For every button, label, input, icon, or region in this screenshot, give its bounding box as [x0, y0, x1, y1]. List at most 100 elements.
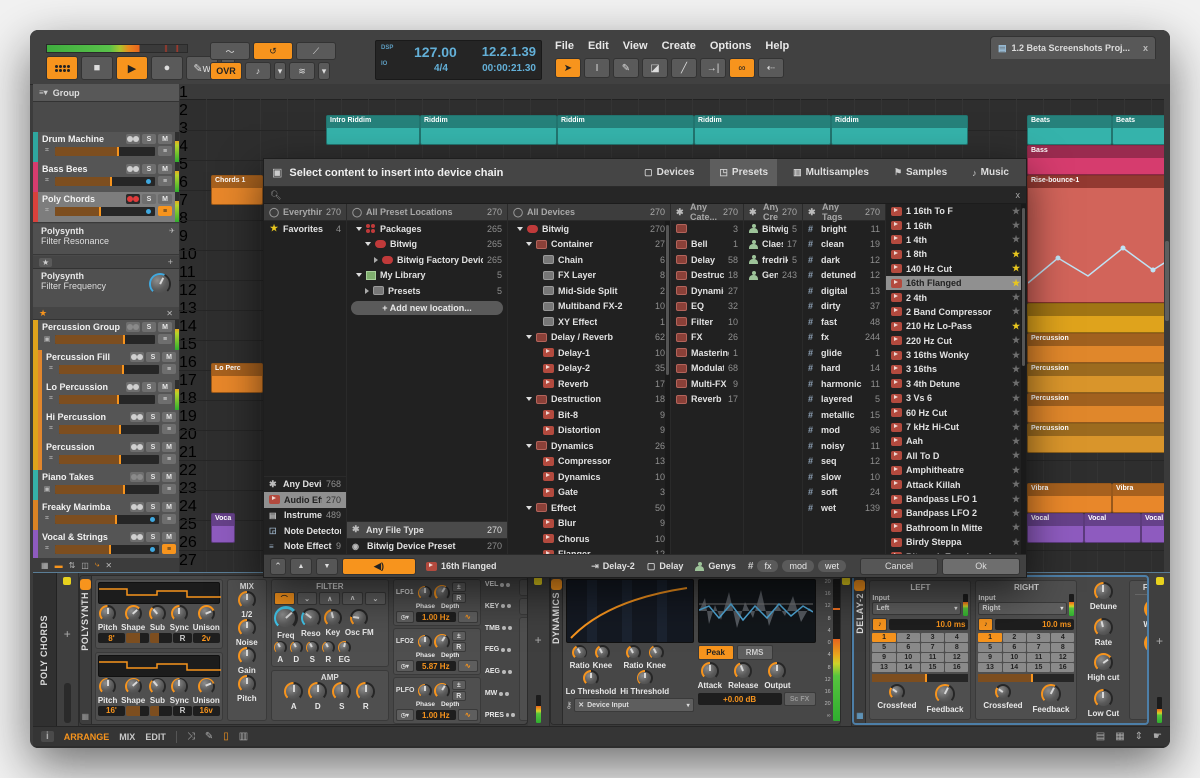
- track-header-hi-percussion[interactable]: Hi PercussionSM⌗≡: [33, 410, 179, 441]
- chain-indicator[interactable]: [63, 577, 71, 585]
- clip-percussion[interactable]: Percussion: [1027, 363, 1170, 393]
- lane-add-icon[interactable]: +: [168, 257, 173, 267]
- preset-star-icon[interactable]: ★: [1011, 378, 1021, 389]
- arranger-scrollbar[interactable]: [1164, 99, 1170, 572]
- osc2-pitch-knob[interactable]: Pitch: [98, 678, 118, 705]
- step-13[interactable]: 13: [872, 663, 895, 672]
- tag-fast[interactable]: #fast48: [803, 314, 885, 330]
- group-menu-icon[interactable]: ≡▾: [39, 88, 48, 97]
- mod-source-tmb[interactable]: TMB: [485, 625, 515, 632]
- preset-result-210-hz-lo-pass[interactable]: 210 Hz Lo-Pass★: [886, 319, 1026, 333]
- preset-star-icon[interactable]: ★: [1011, 321, 1021, 332]
- tag-noisy[interactable]: #noisy11: [803, 438, 885, 454]
- add-device-button[interactable]: +: [64, 627, 71, 641]
- category-destructi-[interactable]: Destructi...18: [671, 268, 743, 284]
- lane-star-icon-active[interactable]: ★: [39, 308, 47, 319]
- lfo-rate-display[interactable]: 1.00 Hz: [416, 612, 456, 622]
- filter-type-button-0[interactable]: ⌒: [274, 592, 295, 605]
- release-knob[interactable]: Release: [728, 662, 758, 690]
- track-mute-button[interactable]: M: [158, 134, 172, 144]
- rms-button[interactable]: RMS: [737, 645, 773, 660]
- clip-percussion[interactable]: Percussion: [1027, 333, 1170, 363]
- gain-waveform-display[interactable]: [698, 579, 816, 643]
- preset-result-3-16ths-wonky[interactable]: 3 16ths Wonky★: [886, 348, 1026, 362]
- preset-star-icon[interactable]: ★: [1011, 551, 1021, 554]
- track-header-lo-percussion[interactable]: Lo PercussionSM⌗≡: [33, 380, 179, 411]
- osc-voices-display[interactable]: 2v: [193, 633, 220, 643]
- preset-star-icon[interactable]: ★: [1011, 278, 1021, 289]
- track-mute-button[interactable]: M: [162, 442, 176, 452]
- device-chain[interactable]: Chain6: [508, 252, 670, 268]
- disclosure-open-icon[interactable]: [356, 227, 362, 231]
- step-15[interactable]: 15: [921, 663, 944, 672]
- osc1-sub-knob[interactable]: Sub: [149, 605, 166, 632]
- step-14[interactable]: 14: [897, 663, 920, 672]
- clip-percussion[interactable]: Percussion: [1027, 393, 1170, 423]
- menu-file[interactable]: File: [555, 40, 574, 52]
- step-16[interactable]: 16: [945, 663, 968, 672]
- tag-wet[interactable]: #wet139: [803, 500, 885, 516]
- preset-star-icon[interactable]: ★: [1011, 335, 1021, 346]
- polysynth-device-tab[interactable]: POLYSYNTH▦: [80, 576, 92, 724]
- lfo-rate-display[interactable]: 5.87 Hz: [416, 661, 456, 671]
- step-4[interactable]: 4: [1051, 633, 1074, 642]
- file-type-bitwig-device-preset[interactable]: ◉Bitwig Device Preset270: [347, 539, 507, 555]
- clip-rise-bounce-1[interactable]: Rise-bounce-1: [1027, 175, 1170, 303]
- delay-right-crossfeed-knob[interactable]: Crossfeed: [983, 684, 1022, 714]
- device-delay-1[interactable]: Delay-110: [508, 345, 670, 361]
- grid-view-icon[interactable]: ▦: [41, 561, 49, 570]
- layered-editing-button[interactable]: ≋: [289, 62, 315, 80]
- compression-curve-display[interactable]: [566, 579, 694, 643]
- column-header-any-tags[interactable]: ✱Any Tags270: [803, 204, 885, 221]
- mod-source-feg[interactable]: FEG: [485, 646, 515, 653]
- disclosure-open-icon[interactable]: [526, 506, 532, 510]
- high-cut-knob[interactable]: High cut: [1087, 653, 1119, 682]
- post-roll-button[interactable]: ⟋: [296, 42, 336, 60]
- track-menu-button[interactable]: ≡: [162, 454, 176, 464]
- step-2[interactable]: 2: [1003, 633, 1026, 642]
- tag-dark[interactable]: #dark12: [803, 252, 885, 268]
- disclosure-open-icon[interactable]: [517, 227, 523, 231]
- preset-tag-chip-mod[interactable]: mod: [782, 560, 814, 572]
- track-arm-button[interactable]: [126, 322, 140, 332]
- track-arm-button[interactable]: [126, 194, 140, 204]
- project-tab[interactable]: ▤ 1.2 Beta Screenshots Proj... x: [990, 36, 1156, 59]
- device-type-audio-effect[interactable]: Audio Effect270: [264, 492, 346, 508]
- tag-harmonic[interactable]: #harmonic11: [803, 376, 885, 392]
- disclosure-open-icon[interactable]: [526, 397, 532, 401]
- tag-soft[interactable]: #soft24: [803, 485, 885, 501]
- disclosure-closed-icon[interactable]: [374, 257, 378, 263]
- track-menu-button[interactable]: ≡: [158, 176, 172, 186]
- panel-toggle-icon[interactable]: ▯: [223, 731, 229, 742]
- step-16[interactable]: 16: [1051, 663, 1074, 672]
- tag-mod[interactable]: #mod96: [803, 423, 885, 439]
- track-header-percussion[interactable]: PercussionSM⌗≡: [33, 440, 179, 471]
- browser-panel-icon[interactable]: ▤: [1096, 731, 1105, 742]
- track-header-poly-chords[interactable]: Poly ChordsSM⌗≡: [33, 192, 179, 223]
- browser-search-bar[interactable]: 🔍︎x: [264, 187, 1026, 204]
- amp-s-knob[interactable]: S: [332, 682, 351, 711]
- preset-star-icon[interactable]: ★: [1011, 350, 1021, 361]
- device-dynamics[interactable]: Dynamics10: [508, 469, 670, 485]
- track-arm-button[interactable]: [130, 442, 144, 452]
- device-fx-layer[interactable]: FX Layer8: [508, 268, 670, 284]
- osc1-unison-knob[interactable]: Unison: [193, 605, 220, 632]
- column-header-any-creator[interactable]: ✱Any Crea...270: [744, 204, 802, 221]
- track-volume-slider[interactable]: [59, 395, 155, 404]
- lane-pin-icon[interactable]: ✈: [169, 227, 175, 235]
- preset-result-birdy-steppa[interactable]: Birdy Steppa★: [886, 535, 1026, 549]
- track-mute-button[interactable]: M: [158, 164, 172, 174]
- track-solo-button[interactable]: S: [146, 412, 160, 422]
- play-button[interactable]: ▶: [116, 56, 148, 80]
- split-icon[interactable]: ◫: [81, 561, 89, 570]
- note-sync-button[interactable]: ♪: [978, 618, 993, 631]
- mix-Gain-knob[interactable]: Gain: [238, 647, 256, 675]
- preset-star-icon[interactable]: ★: [1011, 393, 1021, 404]
- delay-right-feedback-knob[interactable]: Feedback: [1033, 684, 1070, 714]
- delay-left-crossfeed-knob[interactable]: Crossfeed: [877, 684, 916, 714]
- osc-shape-bar[interactable]: [126, 706, 149, 716]
- tempo-display[interactable]: 127.00: [414, 44, 457, 60]
- add-location-button[interactable]: + Add new location...: [351, 301, 503, 315]
- track-mute-button[interactable]: M: [162, 532, 176, 542]
- timeline-ruler[interactable]: 1234567891011121314151617181920212223242…: [179, 84, 1170, 100]
